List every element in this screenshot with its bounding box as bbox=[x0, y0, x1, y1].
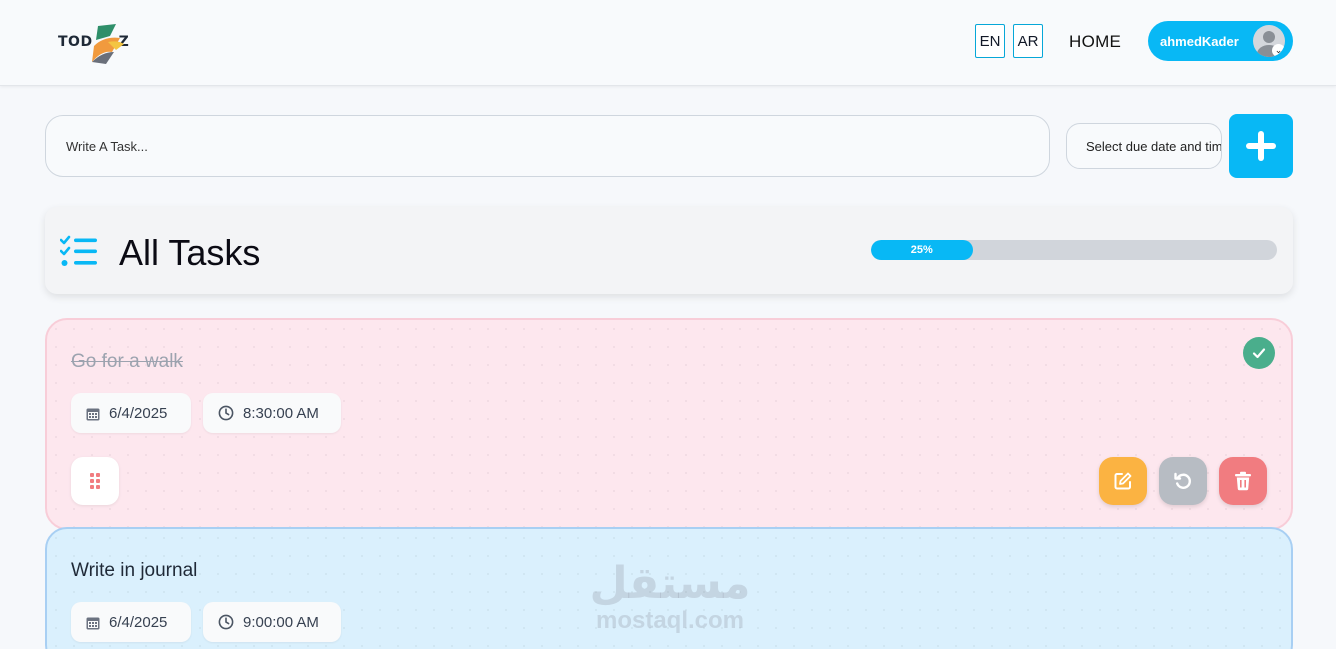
due-date-picker[interactable]: Select due date and time bbox=[1066, 123, 1222, 169]
edit-button[interactable] bbox=[1099, 457, 1147, 505]
task-input[interactable] bbox=[45, 115, 1050, 177]
calendar-icon bbox=[86, 617, 100, 629]
avatar: ⌄ bbox=[1253, 25, 1285, 57]
delete-button[interactable] bbox=[1219, 457, 1267, 505]
task-title: Go for a walk bbox=[71, 351, 183, 372]
undo-button[interactable] bbox=[1159, 457, 1207, 505]
page-title: All Tasks bbox=[119, 232, 261, 273]
progress-bar: 25% bbox=[871, 240, 1277, 260]
lang-en-button[interactable]: EN bbox=[975, 24, 1005, 58]
task-card: Go for a walk 6/4/2025 8:30:00 AM bbox=[45, 318, 1293, 530]
user-menu-button[interactable]: ahmedKader ⌄ bbox=[1148, 21, 1293, 61]
task-card: Write in journal 6/4/2025 9:00:00 AM bbox=[45, 527, 1293, 649]
tasks-header: All Tasks 25% bbox=[45, 207, 1293, 294]
clock-icon bbox=[218, 405, 234, 421]
task-date: 6/4/2025 bbox=[109, 613, 168, 631]
completed-check-icon[interactable] bbox=[1243, 337, 1275, 369]
lang-ar-button[interactable]: AR bbox=[1013, 24, 1043, 58]
grip-icon bbox=[90, 473, 100, 489]
chevron-down-icon: ⌄ bbox=[1272, 44, 1285, 57]
edit-icon bbox=[1114, 472, 1132, 490]
task-time-chip: 9:00:00 AM bbox=[203, 602, 341, 642]
trash-icon bbox=[1235, 471, 1251, 491]
drag-handle[interactable] bbox=[71, 457, 119, 505]
progress-fill: 25% bbox=[871, 240, 973, 260]
task-time: 8:30:00 AM bbox=[243, 404, 319, 422]
username-label: ahmedKader bbox=[1160, 33, 1239, 49]
due-date-placeholder: Select due date and time bbox=[1086, 138, 1222, 154]
app-logo[interactable]: TOD Z bbox=[58, 22, 162, 68]
task-title: Write in journal bbox=[71, 560, 198, 581]
logo-mark-icon bbox=[92, 24, 124, 64]
task-date-chip: 6/4/2025 bbox=[71, 393, 191, 433]
task-time: 9:00:00 AM bbox=[243, 613, 319, 631]
task-date-chip: 6/4/2025 bbox=[71, 602, 191, 642]
plus-icon bbox=[1246, 131, 1276, 161]
checklist-icon bbox=[60, 235, 97, 266]
task-date: 6/4/2025 bbox=[109, 404, 168, 422]
calendar-icon bbox=[86, 408, 100, 420]
task-time-chip: 8:30:00 AM bbox=[203, 393, 341, 433]
nav-home-link[interactable]: HOME bbox=[1069, 32, 1121, 52]
clock-icon bbox=[218, 614, 234, 630]
app-header: TOD Z EN AR HOME ahmedKader ⌄ bbox=[0, 0, 1336, 86]
add-task-button[interactable] bbox=[1229, 114, 1293, 178]
undo-icon bbox=[1174, 472, 1191, 489]
